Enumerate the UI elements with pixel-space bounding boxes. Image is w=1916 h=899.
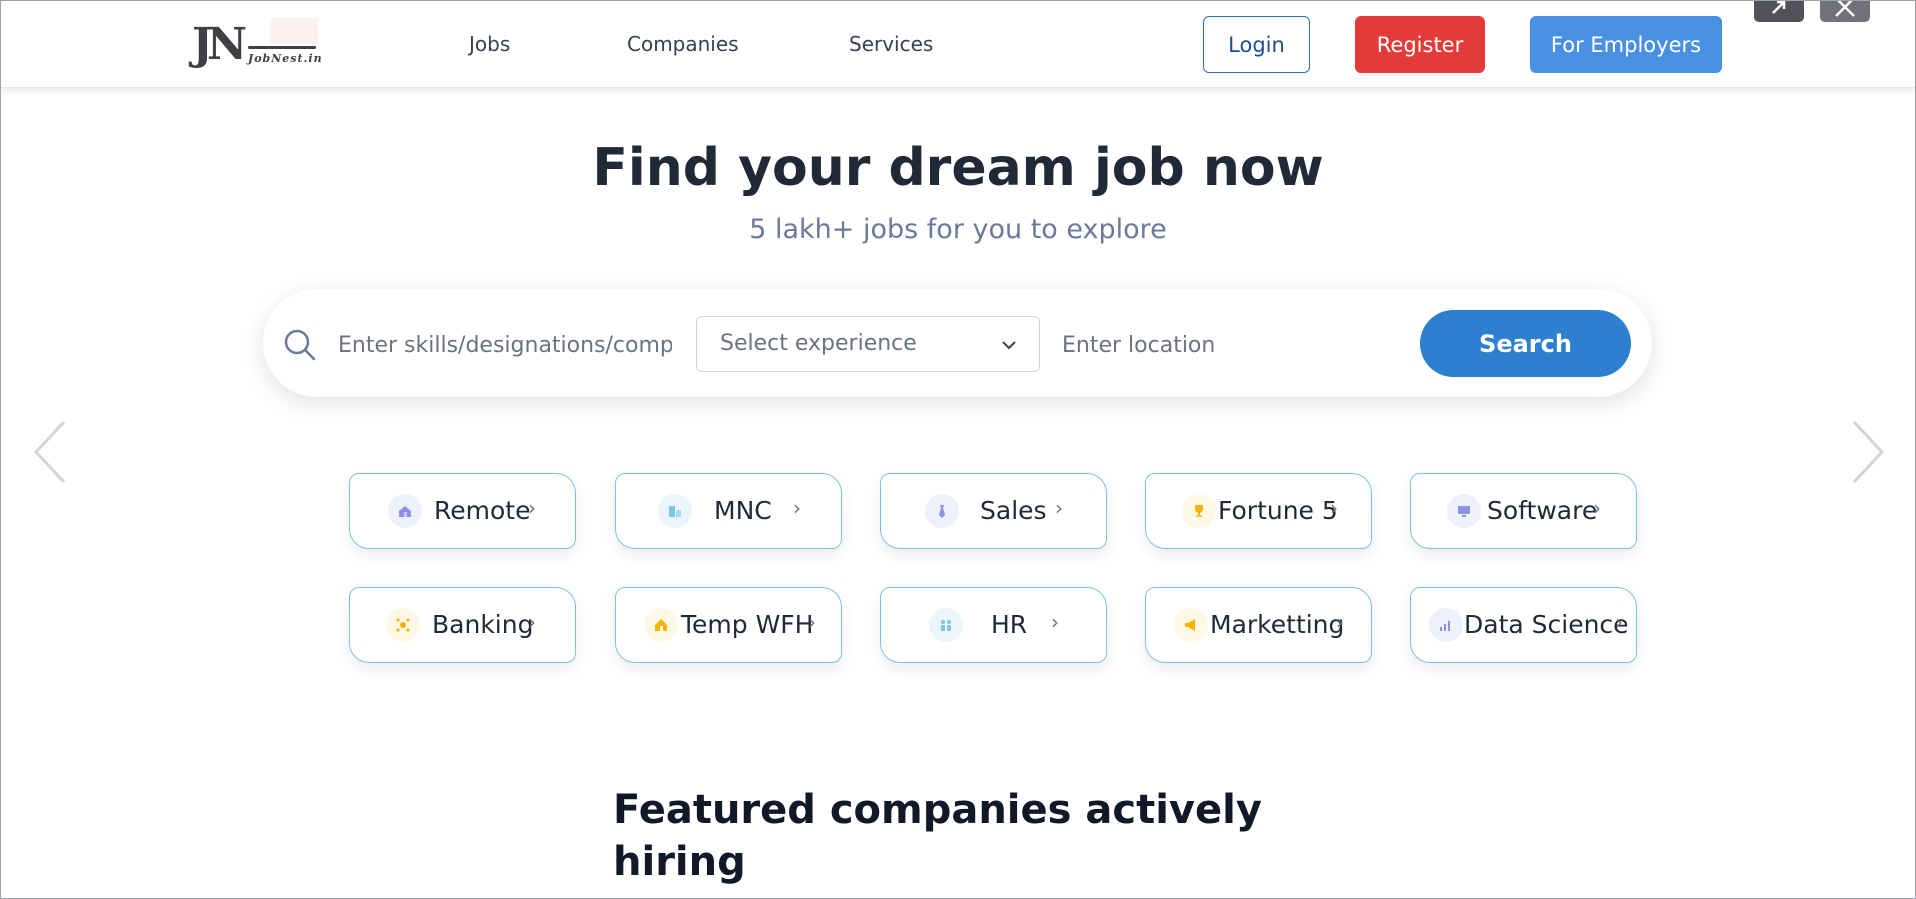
chevron-right-icon: › xyxy=(528,610,536,634)
experience-select[interactable]: Select experience xyxy=(696,316,1040,372)
home-icon xyxy=(388,494,422,528)
people-icon xyxy=(929,608,963,642)
nav-jobs-link[interactable]: Jobs xyxy=(469,32,510,56)
category-chip-temp-wfh[interactable]: Temp WFH › xyxy=(615,587,842,663)
skills-input[interactable] xyxy=(338,322,672,368)
chevron-right-icon: › xyxy=(1593,496,1601,520)
featured-companies-heading: Featured companies actively hiring xyxy=(613,787,1262,885)
category-label: Sales xyxy=(980,496,1047,525)
category-chip-hr[interactable]: HR › xyxy=(880,587,1107,663)
category-chip-software[interactable]: Software › xyxy=(1410,473,1637,549)
chevron-right-icon: › xyxy=(528,496,536,520)
search-button[interactable]: Search xyxy=(1420,310,1631,377)
hero-title: Find your dream job now xyxy=(592,138,1324,198)
hero-subtitle: 5 lakh+ jobs for you to explore xyxy=(749,214,1167,245)
category-label: HR xyxy=(991,610,1028,639)
house-icon xyxy=(644,608,678,642)
chevron-right-icon: › xyxy=(1055,496,1063,520)
chevron-right-icon: › xyxy=(1615,610,1623,634)
chevron-down-icon xyxy=(1002,341,1016,350)
chevron-right-icon: › xyxy=(1051,610,1059,634)
expand-icon[interactable] xyxy=(1754,0,1804,22)
experience-select-value: Select experience xyxy=(720,331,917,356)
register-button[interactable]: Register xyxy=(1355,16,1485,73)
category-chip-fortune[interactable]: Fortune 5 › xyxy=(1145,473,1372,549)
monitor-icon xyxy=(1447,494,1481,528)
category-label: Temp WFH xyxy=(681,610,814,639)
chevron-right-icon: › xyxy=(793,496,801,520)
carousel-prev-icon[interactable] xyxy=(30,418,70,486)
trophy-icon xyxy=(1182,494,1216,528)
chevron-right-icon: › xyxy=(808,610,816,634)
coin-icon xyxy=(386,608,420,642)
category-label: Remote xyxy=(434,496,531,525)
close-icon[interactable] xyxy=(1820,0,1870,22)
logo-background xyxy=(270,18,318,44)
jobnest-logo[interactable]: JN JobNest.in xyxy=(192,18,323,72)
category-label: Fortune 5 xyxy=(1218,496,1338,525)
logo-monogram: JN xyxy=(192,19,247,70)
category-chip-sales[interactable]: Sales › xyxy=(880,473,1107,549)
category-label: Data Science xyxy=(1464,610,1629,639)
category-label: MNC xyxy=(714,496,772,525)
location-input[interactable] xyxy=(1062,322,1392,368)
window-border xyxy=(0,0,1916,899)
category-label: Banking xyxy=(432,610,534,639)
category-label: Marketting xyxy=(1210,610,1345,639)
building-icon xyxy=(658,494,692,528)
for-employers-button[interactable]: For Employers xyxy=(1530,16,1722,73)
top-navbar: JN JobNest.in Jobs Companies Services Lo… xyxy=(0,0,1916,88)
category-chip-remote[interactable]: Remote › xyxy=(349,473,576,549)
logo-wordmark: JobNest.in xyxy=(248,52,323,65)
search-icon xyxy=(284,329,316,361)
nav-services-link[interactable]: Services xyxy=(849,32,933,56)
megaphone-icon xyxy=(1174,608,1208,642)
category-chip-banking[interactable]: Banking › xyxy=(349,587,576,663)
tie-icon xyxy=(925,494,959,528)
carousel-next-icon[interactable] xyxy=(1848,418,1888,486)
logo-underline xyxy=(248,46,316,49)
category-chip-mnc[interactable]: MNC › xyxy=(615,473,842,549)
login-button[interactable]: Login xyxy=(1203,16,1310,73)
chevron-right-icon: › xyxy=(1336,610,1344,634)
chevron-right-icon: › xyxy=(1330,496,1338,520)
category-label: Software xyxy=(1487,496,1598,525)
nav-companies-link[interactable]: Companies xyxy=(627,32,739,56)
category-chip-data-science[interactable]: Data Science › xyxy=(1410,587,1637,663)
bar-chart-icon xyxy=(1429,608,1463,642)
category-chip-marketting[interactable]: Marketting › xyxy=(1145,587,1372,663)
